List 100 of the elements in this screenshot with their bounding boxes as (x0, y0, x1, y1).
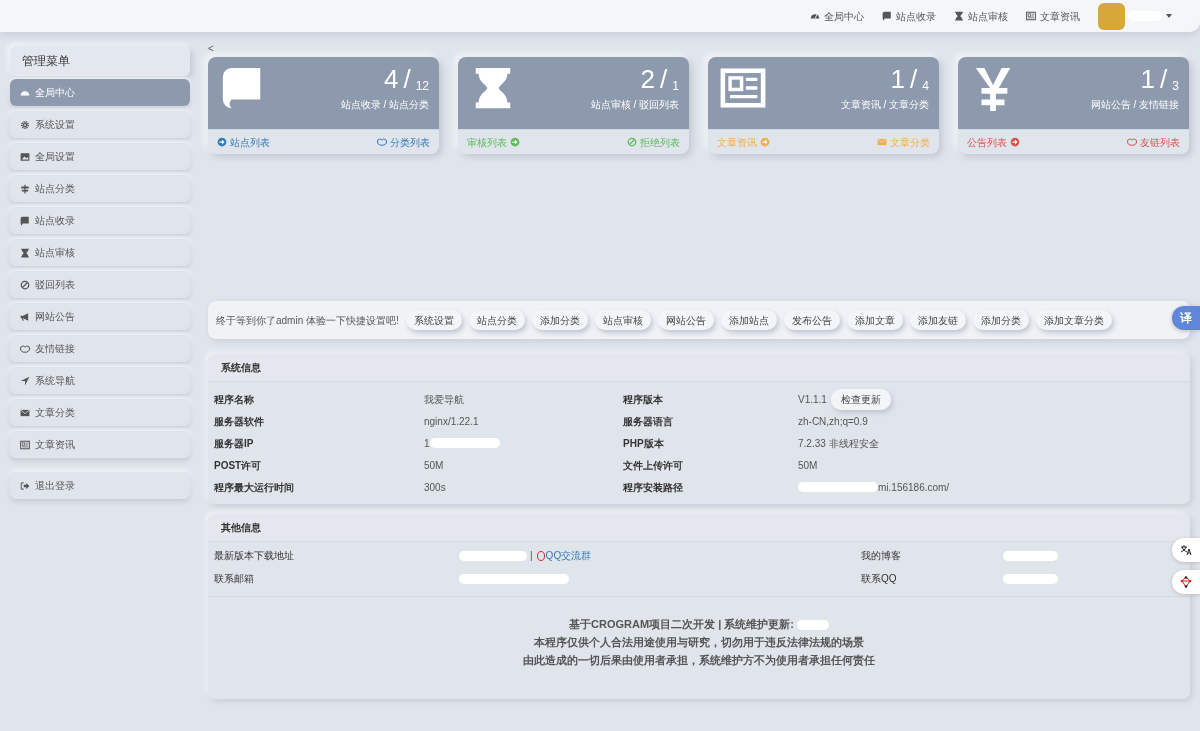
quick-button[interactable]: 发布公告 (783, 310, 840, 330)
qq-group-link[interactable]: QQ交流群 (535, 548, 592, 563)
panel-title: 其他信息 (208, 514, 1190, 542)
sidebar-item[interactable]: 驳回列表 (10, 271, 190, 298)
info-value: V1.1.1 (798, 392, 827, 407)
ban-icon (627, 137, 637, 147)
circle-arrow-icon (510, 137, 520, 147)
info-value: 300s (424, 480, 446, 495)
quick-button[interactable]: 网站公告 (657, 310, 714, 330)
info-value: mi.156186.com/ (878, 480, 950, 495)
translate-icon (1180, 544, 1192, 556)
network-button[interactable] (1172, 570, 1200, 594)
stat-total: 12 (415, 79, 429, 93)
quick-button[interactable]: 站点分类 (468, 310, 525, 330)
check-update-button[interactable]: 检查更新 (830, 388, 891, 410)
stat-count: 2 (640, 65, 656, 93)
newspaper-icon (720, 65, 766, 111)
footer-text: 本程序仅供个人合法用途使用与研究，切勿用于违反法律法规的场景 (534, 636, 864, 648)
gear-icon (20, 119, 30, 130)
translate-button[interactable] (1172, 538, 1200, 562)
footer-text: 基于CROGRAM项目二次开发 | 系统维护更新: (569, 618, 794, 630)
sidebar-item[interactable]: 站点收录 (10, 207, 190, 234)
info-label: PHP版本 (623, 436, 665, 451)
stat-caption: 文章资讯 / 文章分类 (840, 98, 929, 112)
footer-link[interactable]: 分类列表 (377, 134, 430, 150)
stat-divider: / (910, 65, 918, 93)
stat-total: 1 (672, 79, 679, 93)
nav-link[interactable]: 站点审核 (954, 8, 1008, 24)
admin-link[interactable]: admin (276, 314, 304, 326)
hourglass-icon (20, 247, 30, 258)
sidebar-item[interactable]: 文章分类 (10, 399, 190, 426)
sidebar-item[interactable]: 网站公告 (10, 303, 190, 330)
sidebar-item[interactable]: 友情链接 (10, 335, 190, 362)
nav-link[interactable]: 全局中心 (810, 8, 864, 24)
stat-divider: / (1160, 65, 1168, 93)
info-label: 联系邮箱 (214, 572, 255, 586)
info-value: zh-CN,zh;q=0.9 (798, 414, 868, 429)
info-label: 我的博客 (861, 549, 902, 563)
quick-button[interactable]: 添加友链 (909, 310, 966, 330)
stat-count: 1 (1140, 65, 1156, 93)
info-value: 我爱导航 (424, 392, 464, 407)
stat-count: 4 (383, 65, 399, 93)
quick-button[interactable]: 添加站点 (720, 310, 777, 330)
stat-divider: / (660, 65, 668, 93)
gauge-icon (810, 11, 820, 21)
info-value: 50M (424, 458, 444, 473)
circle-arrow-icon (217, 137, 227, 147)
megaphone-icon (20, 311, 30, 322)
stat-caption: 网站公告 / 友情链接 (1090, 98, 1179, 112)
ban-icon (20, 279, 30, 290)
separator-text: | (530, 549, 533, 563)
panel-title: 系统信息 (208, 354, 1190, 382)
quick-button[interactable]: 添加文章分类 (1035, 310, 1112, 330)
info-label: 联系QQ (861, 572, 898, 586)
info-label: POST许可 (214, 458, 263, 473)
back-link[interactable]: < (208, 43, 214, 54)
quick-button[interactable]: 站点审核 (594, 310, 651, 330)
stat-total: 4 (922, 79, 929, 93)
stat-caption: 站点审核 / 驳回列表 (590, 98, 679, 112)
newspaper-icon (1026, 11, 1036, 21)
quick-button[interactable]: 添加分类 (531, 310, 588, 330)
footer-link[interactable]: 公告列表 (967, 134, 1020, 150)
menu-title: 管理菜单 (10, 46, 190, 76)
stat-total: 3 (1172, 79, 1179, 93)
info-label: 最新版本下载地址 (214, 549, 295, 563)
arrow-icon (20, 375, 30, 386)
signpost-icon (20, 183, 30, 194)
quick-button[interactable]: 添加文章 (846, 310, 903, 330)
nav-link[interactable]: 站点收录 (882, 8, 936, 24)
quick-button[interactable]: 添加分类 (972, 310, 1029, 330)
info-value: nginx/1.22.1 (424, 414, 479, 429)
sidebar-item[interactable]: 系统设置 (10, 111, 190, 138)
info-label: 程序名称 (214, 392, 255, 407)
info-label: 程序安装路径 (623, 480, 684, 495)
caret-icon[interactable] (1166, 14, 1172, 18)
info-label: 程序最大运行时间 (214, 480, 295, 495)
footer-link[interactable]: 站点列表 (217, 134, 270, 150)
stat-count: 1 (890, 65, 906, 93)
sidebar-item[interactable]: 站点审核 (10, 239, 190, 266)
footer-link[interactable]: 友链列表 (1127, 134, 1180, 150)
stat-divider: / (403, 65, 411, 93)
stat-caption: 站点收录 / 站点分类 (340, 98, 429, 112)
circle-arrow-icon (1010, 137, 1020, 147)
logout-item[interactable]: 退出登录 (10, 472, 190, 499)
translate-button[interactable]: 译 (1172, 306, 1200, 330)
image-icon (20, 151, 30, 162)
info-label: 服务器IP (214, 436, 255, 451)
newspaper-icon (20, 439, 30, 450)
info-value: 50M (798, 458, 818, 473)
sidebar-item[interactable]: 站点分类 (10, 175, 190, 202)
quick-button[interactable]: 系统设置 (405, 310, 462, 330)
envelope-icon (877, 137, 887, 147)
info-value: 1 (424, 436, 430, 451)
sidebar-item[interactable]: 系统导航 (10, 367, 190, 394)
circle-arrow-icon (760, 137, 770, 147)
hourglass-icon (954, 11, 964, 21)
sidebar-item[interactable]: 文章资讯 (10, 431, 190, 458)
sidebar-item[interactable]: 全局设置 (10, 143, 190, 170)
nav-link[interactable]: 文章资讯 (1026, 8, 1080, 24)
info-label: 服务器语言 (623, 414, 674, 429)
